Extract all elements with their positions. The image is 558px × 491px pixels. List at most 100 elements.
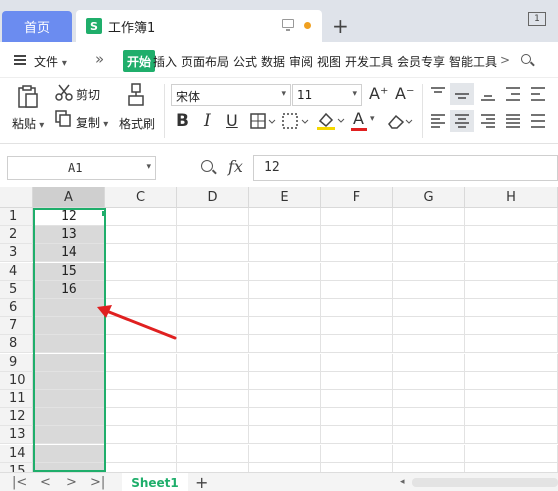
grid-cell[interactable]: [465, 299, 558, 317]
unsaved-dot-icon[interactable]: [304, 22, 311, 29]
column-header-f[interactable]: F: [321, 187, 393, 208]
grid-cell[interactable]: [105, 408, 177, 427]
grid-cell[interactable]: [105, 208, 177, 226]
align-center-icon[interactable]: [454, 113, 470, 129]
grid-cell[interactable]: [465, 444, 558, 463]
grid-cell[interactable]: [321, 299, 393, 317]
next-sheet-icon[interactable]: >: [66, 475, 77, 490]
horizontal-scrollbar[interactable]: [412, 478, 558, 487]
column-header-e[interactable]: E: [249, 187, 321, 208]
grid-cell[interactable]: [393, 444, 465, 463]
grid-cell[interactable]: 15: [33, 262, 105, 281]
grid-cell[interactable]: [177, 317, 249, 336]
select-all-corner[interactable]: [0, 187, 33, 208]
grid-cell[interactable]: [177, 208, 249, 226]
add-sheet-button[interactable]: +: [195, 473, 208, 491]
grid-cell[interactable]: [465, 335, 558, 354]
new-tab-button[interactable]: +: [332, 14, 349, 38]
font-family-select[interactable]: 宋体 ▾: [171, 84, 291, 106]
menu-start[interactable]: 开始: [123, 50, 156, 72]
grid-cell[interactable]: [177, 244, 249, 263]
grid-cell[interactable]: [249, 226, 321, 245]
align-left-icon[interactable]: [430, 113, 446, 129]
grid-cell[interactable]: [105, 426, 177, 445]
align-middle-icon[interactable]: [454, 86, 470, 102]
row-header-12[interactable]: 12: [0, 408, 33, 427]
grid-cell[interactable]: [177, 262, 249, 281]
grid-cell[interactable]: [465, 462, 558, 472]
scissors-icon[interactable]: [55, 83, 73, 101]
grid-cell[interactable]: [105, 462, 177, 472]
grid-cell[interactable]: [393, 317, 465, 336]
cell-style-icon[interactable]: [282, 113, 310, 129]
grid-cell[interactable]: [177, 371, 249, 390]
cut-button[interactable]: 剪切: [76, 86, 100, 103]
grid-cell[interactable]: [105, 244, 177, 263]
grid-cell[interactable]: [33, 444, 105, 463]
grid-cell[interactable]: [177, 444, 249, 463]
grid-cell[interactable]: [393, 408, 465, 427]
menu-file[interactable]: 文件 ▾: [34, 53, 67, 70]
grid-cell[interactable]: [321, 335, 393, 354]
menu-formula[interactable]: 公式: [233, 53, 257, 70]
grid-cell[interactable]: [249, 299, 321, 317]
row-header-6[interactable]: 6: [0, 299, 33, 317]
grid-cell[interactable]: [33, 426, 105, 445]
grid-cell[interactable]: [33, 390, 105, 408]
grid-cell[interactable]: [465, 317, 558, 336]
grid-cell[interactable]: [249, 262, 321, 281]
grid-cell[interactable]: [321, 226, 393, 245]
row-header-13[interactable]: 13: [0, 426, 33, 445]
column-header-h[interactable]: H: [465, 187, 558, 208]
column-header-c[interactable]: C: [105, 187, 177, 208]
grid-cell[interactable]: [321, 244, 393, 263]
distribute-icon[interactable]: [530, 113, 546, 129]
search-icon[interactable]: [521, 54, 531, 64]
grid-cell[interactable]: [393, 426, 465, 445]
row-header-4[interactable]: 4: [0, 262, 33, 281]
grid-cell[interactable]: [105, 444, 177, 463]
grid-cell[interactable]: [465, 353, 558, 372]
tab-document[interactable]: S 工作簿1: [76, 10, 322, 42]
name-box[interactable]: A1 ▾: [7, 156, 156, 180]
grid-cell[interactable]: [105, 353, 177, 372]
grid-cell[interactable]: [249, 335, 321, 354]
row-header-15[interactable]: 15: [0, 462, 33, 472]
italic-button[interactable]: I: [204, 113, 211, 130]
menu-view[interactable]: 视图: [317, 53, 341, 70]
chevron-down-icon[interactable]: ▾: [370, 115, 375, 124]
window-count-icon[interactable]: 1: [528, 12, 546, 26]
row-header-14[interactable]: 14: [0, 444, 33, 463]
font-shrink-button[interactable]: A⁻: [395, 86, 414, 102]
grid-cell[interactable]: [177, 426, 249, 445]
fill-color-icon[interactable]: [316, 111, 346, 131]
grid-cell[interactable]: [177, 280, 249, 299]
menu-member[interactable]: 会员专享: [397, 53, 445, 70]
grid-cell[interactable]: [321, 371, 393, 390]
eraser-icon[interactable]: [386, 113, 414, 129]
formula-input[interactable]: 12: [253, 155, 558, 181]
fx-icon[interactable]: fx: [228, 157, 243, 176]
copy-button[interactable]: 复制 ▾: [76, 114, 108, 131]
align-top-icon[interactable]: [430, 86, 446, 102]
row-header-9[interactable]: 9: [0, 353, 33, 372]
menu-next-arrow[interactable]: >: [500, 53, 510, 67]
grid-cell[interactable]: [249, 317, 321, 336]
grid-cell[interactable]: [321, 408, 393, 427]
prev-sheet-icon[interactable]: <: [40, 475, 51, 490]
grid-cell[interactable]: [249, 426, 321, 445]
grid-cell[interactable]: [105, 262, 177, 281]
grid-cell[interactable]: [33, 408, 105, 427]
grid-cell[interactable]: 12: [33, 208, 105, 226]
indent-decrease-icon[interactable]: [505, 86, 521, 102]
row-header-8[interactable]: 8: [0, 335, 33, 354]
grid-cell[interactable]: [393, 299, 465, 317]
grid-cell[interactable]: [249, 353, 321, 372]
row-header-5[interactable]: 5: [0, 280, 33, 299]
column-header-g[interactable]: G: [393, 187, 465, 208]
grid-cell[interactable]: 16: [33, 280, 105, 299]
grid-cell[interactable]: [465, 226, 558, 245]
grid-cell[interactable]: [249, 208, 321, 226]
font-grow-button[interactable]: A⁺: [369, 86, 388, 102]
grid-cell[interactable]: [249, 408, 321, 427]
